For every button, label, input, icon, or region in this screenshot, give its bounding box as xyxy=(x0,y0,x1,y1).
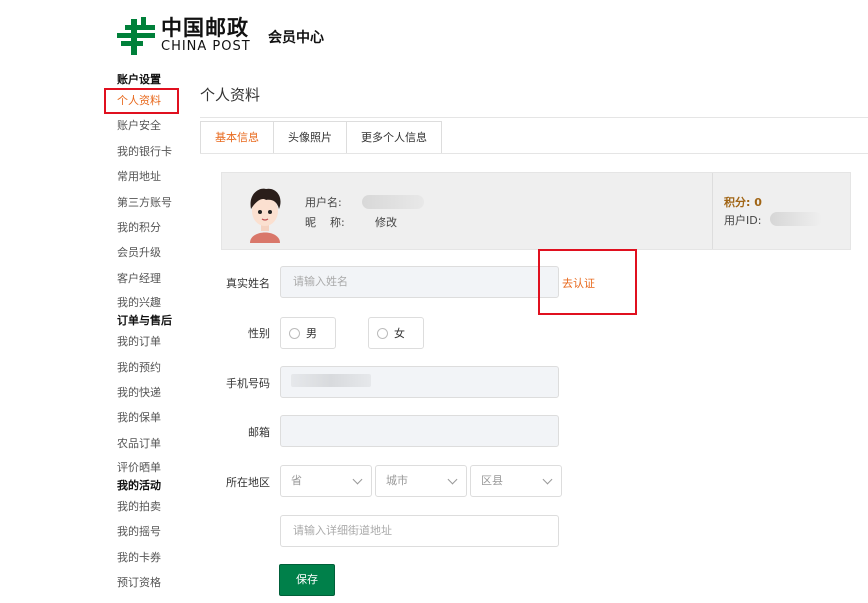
sidebar-item-reviews[interactable]: 评价晒单 xyxy=(117,456,197,478)
radio-circle-icon xyxy=(377,327,388,339)
chevron-down-icon xyxy=(447,474,458,485)
highlight-box-profile xyxy=(104,88,179,114)
sidebar-item-reservations[interactable]: 我的预约 xyxy=(117,355,197,380)
sidebar-item-coupons[interactable]: 我的卡券 xyxy=(117,545,197,570)
page-title: 个人资料 xyxy=(200,86,261,104)
username-label: 用户名: xyxy=(305,196,342,209)
highlight-box-verify xyxy=(538,249,637,315)
tab-more-info[interactable]: 更多个人信息 xyxy=(346,121,442,154)
gender-female-radio[interactable]: 女 xyxy=(368,317,424,349)
sidebar-group-title: 账户设置 xyxy=(117,73,161,86)
district-select[interactable]: 区县 xyxy=(470,465,562,497)
city-select-value: 城市 xyxy=(386,474,408,487)
sidebar-item-third-party[interactable]: 第三方账号 xyxy=(117,190,197,215)
sidebar-item-auctions[interactable]: 我的拍卖 xyxy=(117,494,197,519)
sidebar-item-account-security[interactable]: 账户安全 xyxy=(117,113,197,138)
sidebar-item-lottery[interactable]: 我的摇号 xyxy=(117,519,197,544)
gender-female-label: 女 xyxy=(394,327,405,340)
sidebar-item-points[interactable]: 我的积分 xyxy=(117,215,197,240)
street-address-input[interactable]: 请输入详细街道地址 xyxy=(280,515,559,547)
email-label: 邮箱 xyxy=(248,426,270,439)
sidebar-item-farm-orders[interactable]: 农品订单 xyxy=(117,431,197,456)
sidebar-item-express[interactable]: 我的快递 xyxy=(117,380,197,405)
region-label: 所在地区 xyxy=(226,476,270,489)
sidebar-nav: 账户设置 个人资料 账户安全 我的银行卡 常用地址 第三方账号 我的积分 会员升… xyxy=(117,72,197,596)
china-post-logo[interactable]: 中国邮政 CHINA POST xyxy=(117,17,251,55)
sidebar-item-policies[interactable]: 我的保单 xyxy=(117,405,197,430)
radio-circle-icon xyxy=(289,327,300,339)
phone-input[interactable] xyxy=(280,366,559,398)
sidebar-item-orders[interactable]: 我的订单 xyxy=(117,329,197,354)
gender-label: 性别 xyxy=(248,327,270,340)
save-button[interactable]: 保存 xyxy=(279,564,335,596)
logo-english-text: CHINA POST xyxy=(161,39,251,54)
chevron-down-icon xyxy=(352,474,363,485)
china-post-emblem-icon xyxy=(117,17,155,55)
email-input[interactable] xyxy=(280,415,559,447)
divider xyxy=(200,117,868,118)
member-center-title: 会员中心 xyxy=(268,30,324,46)
nickname-edit-link[interactable]: 修改 xyxy=(375,214,397,230)
sidebar-item-upgrade[interactable]: 会员升级 xyxy=(117,240,197,265)
sidebar-item-addresses[interactable]: 常用地址 xyxy=(117,164,197,189)
divider xyxy=(712,173,713,249)
sidebar-group-title: 订单与售后 xyxy=(117,314,172,328)
sidebar-group-title: 我的活动 xyxy=(117,479,161,493)
realname-input[interactable]: 请输入姓名 xyxy=(280,266,559,298)
userid-label: 用户ID: xyxy=(724,214,762,227)
userid-value-blurred xyxy=(770,212,822,226)
gender-male-radio[interactable]: 男 xyxy=(280,317,336,349)
city-select[interactable]: 城市 xyxy=(375,465,467,497)
nickname-label: 昵 称: xyxy=(305,216,345,229)
sidebar-item-interests[interactable]: 我的兴趣 xyxy=(117,291,197,313)
profile-tabs: 基本信息 头像照片 更多个人信息 xyxy=(200,121,442,154)
sidebar-item-booking[interactable]: 预订资格 xyxy=(117,570,197,595)
district-select-value: 区县 xyxy=(481,474,503,487)
realname-label: 真实姓名 xyxy=(226,277,270,290)
province-select[interactable]: 省 xyxy=(280,465,372,497)
sidebar-item-bank-cards[interactable]: 我的银行卡 xyxy=(117,139,197,164)
points-label: 积分: xyxy=(724,196,751,209)
avatar[interactable] xyxy=(242,183,288,243)
divider xyxy=(200,153,868,154)
sidebar-item-manager[interactable]: 客户经理 xyxy=(117,266,197,291)
logo-chinese-text: 中国邮政 xyxy=(161,16,249,40)
points-display: 积分: 0 xyxy=(724,194,762,210)
username-value-blurred xyxy=(362,195,424,209)
tab-basic-info[interactable]: 基本信息 xyxy=(200,121,274,154)
points-value: 0 xyxy=(754,196,762,209)
tab-avatar[interactable]: 头像照片 xyxy=(273,121,347,154)
province-select-value: 省 xyxy=(291,474,302,487)
profile-summary: 用户名: 昵 称: 修改 积分: 0 用户ID: xyxy=(221,172,851,250)
phone-label: 手机号码 xyxy=(226,377,270,390)
gender-male-label: 男 xyxy=(306,327,317,340)
phone-value-blurred xyxy=(291,374,371,387)
chevron-down-icon xyxy=(542,474,553,485)
